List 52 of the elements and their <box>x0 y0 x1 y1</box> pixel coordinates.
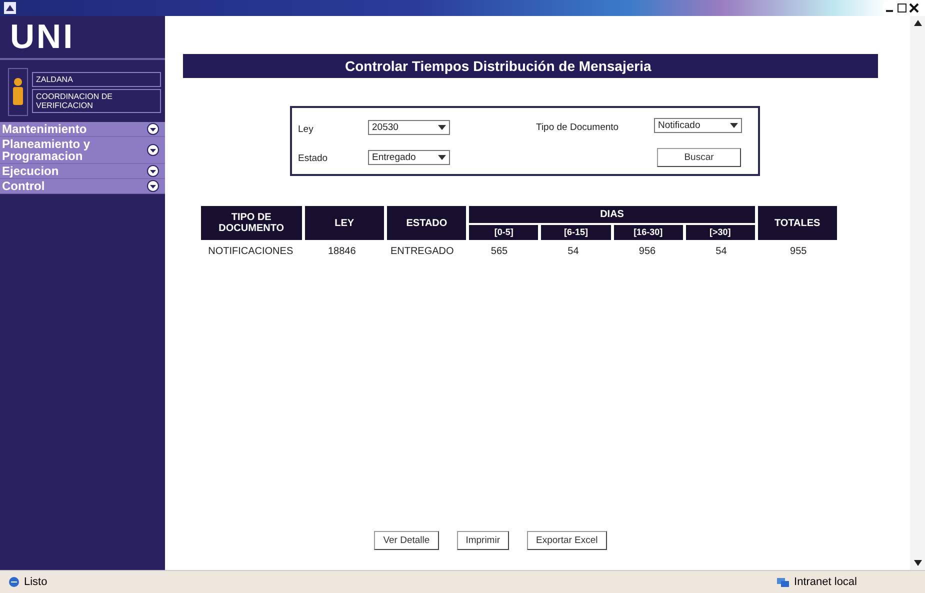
scrollbar[interactable] <box>910 16 925 570</box>
scroll-down-icon[interactable] <box>914 560 922 566</box>
column-header: TIPO DE DOCUMENTO <box>201 206 302 240</box>
caret-icon <box>438 155 446 160</box>
action-button[interactable]: Imprimir <box>456 531 509 550</box>
user-name: ZALDANA <box>32 72 161 86</box>
column-header: [6-15] <box>541 225 611 240</box>
dropdown[interactable]: 20530 <box>368 120 450 135</box>
table-cell-text: NOTIFICACIONES <box>207 245 294 259</box>
table-cell-text: 565 <box>490 245 509 259</box>
column-header: TOTALES <box>758 206 837 240</box>
action-button[interactable]: Exportar Excel <box>527 531 607 550</box>
chevron-down-icon <box>147 144 159 156</box>
column-header: LEY <box>304 206 384 240</box>
menu-item[interactable]: Planeamiento y Programacion <box>0 137 165 164</box>
chevron-down-icon <box>147 165 159 177</box>
caret-icon <box>438 125 446 130</box>
field-label: Ley <box>298 124 314 135</box>
scroll-up-icon[interactable] <box>914 20 922 26</box>
user-unit: COORDINACION DE VERIFICACION <box>32 88 161 112</box>
search-button[interactable]: Buscar <box>657 148 741 167</box>
column-header: [0-5] <box>469 225 538 240</box>
maximize-icon[interactable] <box>897 3 907 13</box>
table-cell-text: 54 <box>566 245 580 259</box>
chevron-down-icon <box>147 123 159 135</box>
action-button[interactable]: Ver Detalle <box>374 531 439 550</box>
column-header: [16-30] <box>614 225 683 240</box>
group-header: DIAS <box>469 206 755 223</box>
field-label: Estado <box>298 153 328 164</box>
chevron-down-icon <box>147 180 159 192</box>
table-cell-text: 956 <box>638 245 657 259</box>
app-icon <box>4 2 16 14</box>
close-icon[interactable] <box>909 3 919 13</box>
table-cell-text: ENTREGADO <box>389 245 455 259</box>
network-icon <box>776 576 790 588</box>
menu-item[interactable]: Ejecucion <box>0 164 165 179</box>
person-icon <box>8 68 28 116</box>
zone-text: Intranet local <box>794 576 857 588</box>
column-header: ESTADO <box>387 206 466 240</box>
status-text: Listo <box>24 576 48 588</box>
caret-icon <box>730 123 738 128</box>
page-title: Controlar Tiempos Distribución de Mensajeria <box>183 54 878 78</box>
table-cell-text: 18846 <box>326 245 357 259</box>
table-cell-text: 955 <box>789 245 808 259</box>
field-label: Tipo de Documento <box>536 122 619 133</box>
menu-item[interactable]: Mantenimiento <box>0 122 165 137</box>
menu-item[interactable]: Control <box>0 179 165 194</box>
dropdown[interactable]: Notificado <box>654 118 742 133</box>
column-header: [>30] <box>686 225 755 240</box>
logo: UNI <box>0 16 165 60</box>
dropdown[interactable]: Entregado <box>368 150 450 165</box>
table-cell-text: 54 <box>714 245 728 259</box>
